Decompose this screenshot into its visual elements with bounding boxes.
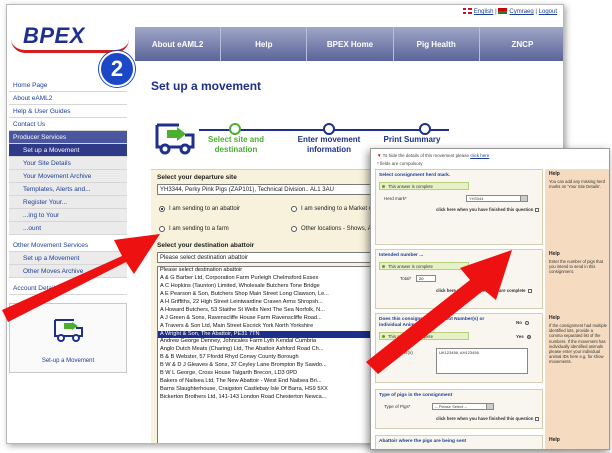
pig-type-done-text: click here when you have finished this q… <box>436 416 534 421</box>
page-title: Set up a movement <box>151 79 262 93</box>
step-number-badge: 2 <box>99 51 135 87</box>
welsh-flag-icon <box>498 8 508 14</box>
radio-other-label: Other locations - Shows, A... <box>301 226 377 232</box>
required-note: * fields are compulsory <box>377 161 423 166</box>
hide-details-link[interactable]: click here <box>470 153 489 158</box>
radio-abattoir[interactable]: I am sending to an abattoir <box>159 206 240 212</box>
departure-label: Select your departure site <box>157 174 237 181</box>
help-text-2: Enter the number of pigs that you intend… <box>549 259 604 275</box>
abattoir-section: Abattoir where the pigs are being sent <box>375 435 543 449</box>
sidebar-item-contact[interactable]: Contact Us <box>9 118 127 131</box>
pig-type-done[interactable]: click here when you have finished this q… <box>436 416 540 421</box>
abattoir-title: Abattoir where the pigs are being sent <box>379 439 467 444</box>
step-label-1: Select site and destination <box>207 135 265 154</box>
nav-zncp[interactable]: ZNCP <box>480 27 563 61</box>
herd-mark-label: Herd mark* <box>384 196 407 201</box>
help-text-1: You can add any missing herd marks on 'Y… <box>549 179 605 190</box>
pig-type-label: Type of Pigs* <box>384 404 411 409</box>
step-label-2: Enter movement information <box>297 135 361 154</box>
hide-details-note: ▼ To hide the details of this movement p… <box>377 153 489 158</box>
top-links: English | Cymraeg | Logout <box>462 8 557 15</box>
herd-mark-select[interactable]: YH3344 <box>466 195 528 202</box>
destination-label: Select your destination abattoir <box>157 242 255 249</box>
radio-farm-label: I am sending to a farm <box>169 226 229 232</box>
sidebar-item-movement-archive[interactable]: Your Movement Archive <box>9 170 127 183</box>
cymraeg-link[interactable]: Cymraeg <box>509 9 533 15</box>
radio-abattoir-label: I am sending to an abattoir <box>169 206 241 212</box>
radio-other-dot[interactable] <box>291 226 297 232</box>
sidebar-item-setup-movement[interactable]: Set up a Movement <box>9 144 127 157</box>
step-node-1 <box>229 123 241 135</box>
pig-type-select[interactable]: -- Please Select -- <box>432 403 494 410</box>
help-title-2: Help <box>549 251 560 257</box>
herd-mark-done-checkbox[interactable] <box>535 207 540 212</box>
herd-mark-done[interactable]: click here when you have finished this q… <box>436 207 540 212</box>
pig-type-done-checkbox[interactable] <box>535 416 540 421</box>
nav-about[interactable]: About eAML2 <box>135 27 222 61</box>
logout-link[interactable]: Logout <box>539 9 557 15</box>
main-nav: About eAML2 Help BPEX Home Pig Health ZN… <box>135 27 563 61</box>
help-title-1: Help <box>549 171 560 177</box>
herd-mark-title: Select consignment herd mark. <box>379 173 451 178</box>
help-column <box>545 169 609 449</box>
setup-movement-caption: Set-up a Movement <box>41 358 95 364</box>
pig-type-section: Type of pigs in the consignment Type of … <box>375 389 543 429</box>
herd-mark-done-text: click here when you have finished this q… <box>436 207 534 212</box>
herd-mark-complete-badge: This answer is complete <box>379 182 469 190</box>
english-link[interactable]: English <box>474 9 494 15</box>
step-node-3 <box>419 123 431 135</box>
uk-flag-icon <box>462 8 472 14</box>
radio-other[interactable]: Other locations - Shows, A... <box>291 226 377 232</box>
flag-marker-icon: ▼ <box>377 153 382 158</box>
sidebar-item-templates[interactable]: Templates, Alerts and... <box>9 183 127 196</box>
nav-help[interactable]: Help <box>221 27 308 61</box>
step-label-3: Print Summary <box>383 135 441 144</box>
radio-market[interactable]: I am sending to a Market o... <box>291 206 377 212</box>
nav-bpex-home[interactable]: BPEX Home <box>307 27 394 61</box>
sidebar-item-producer-services[interactable]: Producer Services <box>9 131 127 144</box>
help-title-3: Help <box>549 315 560 321</box>
red-arrow-right-icon <box>366 250 512 374</box>
red-arrow-left-icon <box>2 234 160 322</box>
sidebar-item-site-details[interactable]: Your Site Details <box>9 157 127 170</box>
help-text-3: If the consignment had multiple identifi… <box>549 323 607 365</box>
logo-text: BPEX <box>23 23 85 48</box>
hide-details-text: To hide the details of this movement ple… <box>382 153 469 158</box>
pig-type-title: Type of pigs in the consignment <box>379 393 453 398</box>
help-title-5: Help <box>549 437 560 443</box>
sidebar-item-about[interactable]: About eAML2 <box>9 92 127 105</box>
radio-abattoir-dot[interactable] <box>159 206 165 212</box>
sidebar-item-register[interactable]: Register Your... <box>9 196 127 209</box>
radio-market-label: I am sending to a Market o... <box>301 206 378 212</box>
nav-pig-health[interactable]: Pig Health <box>394 27 480 61</box>
radio-market-dot[interactable] <box>291 206 297 212</box>
herd-mark-section: Select consignment herd mark. This answe… <box>375 169 543 245</box>
step-node-2 <box>323 123 335 135</box>
sidebar-item-help[interactable]: Help & User Guides <box>9 105 127 118</box>
